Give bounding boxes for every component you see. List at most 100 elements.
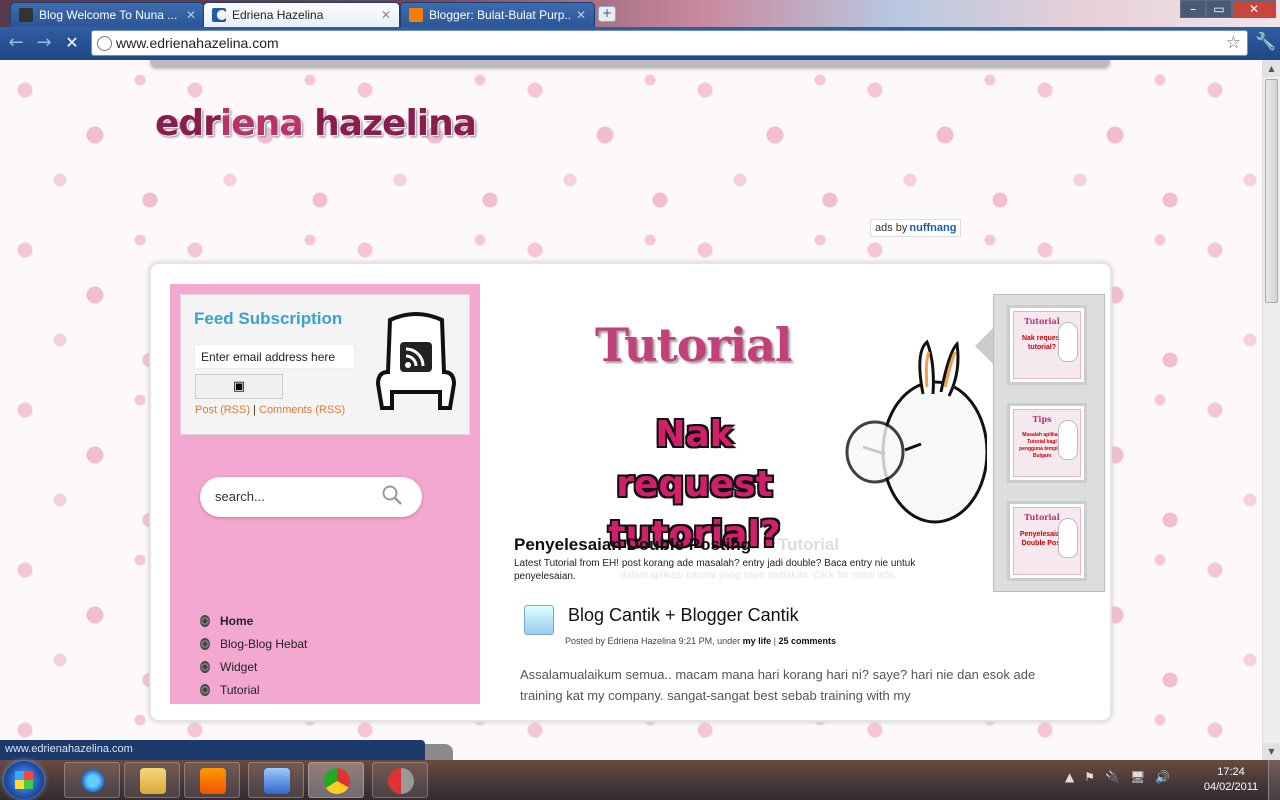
bullet-icon: [200, 638, 210, 650]
email-subscribe-input[interactable]: Enter email address here: [194, 344, 355, 369]
tab-close-icon[interactable]: ✕: [576, 8, 586, 22]
feed-separator: |: [250, 404, 259, 416]
scroll-up-icon[interactable]: ▲: [1263, 60, 1280, 77]
featured-tutorial-text: Tutorial: [595, 318, 792, 372]
recorder-icon: [388, 768, 414, 794]
post-rss-link[interactable]: Post (RSS): [195, 404, 250, 416]
nuffnang-ad-badge[interactable]: ads by nuffnang: [870, 219, 962, 237]
bunny-icon: [1058, 322, 1078, 362]
globe-icon: [97, 36, 112, 51]
chrome-icon: [324, 768, 350, 794]
taskbar-internet-explorer[interactable]: [64, 762, 120, 798]
rss-chair-icon: [375, 312, 457, 410]
logo-part: edr: [155, 103, 221, 144]
nav-item-home[interactable]: Home: [200, 614, 253, 628]
tab-label: Blogger: Bulat-Bulat Purp...: [429, 8, 570, 22]
clock-time: 17:24: [1217, 766, 1245, 778]
stop-loading-icon[interactable]: ✕: [61, 33, 83, 53]
thumbnail-item[interactable]: Tutorial Nak request tutorial?: [1007, 305, 1087, 385]
thumbnail-item[interactable]: Tips Masalah aplikasi Tutorial bagi peng…: [1007, 403, 1087, 483]
maximize-button[interactable]: ▭: [1206, 0, 1232, 18]
nav-label: Widget: [220, 660, 258, 674]
search-icon[interactable]: [381, 484, 403, 506]
power-icon[interactable]: 🔌: [1105, 770, 1120, 784]
show-hidden-icons-icon[interactable]: ▲: [1065, 770, 1074, 784]
featured-heading[interactable]: Penyelesaian Double Posting: [514, 535, 751, 555]
post-meta: Posted by Edriena Hazelina 9:21 PM, unde…: [565, 636, 836, 646]
address-url: www.edrienahazelina.com: [116, 35, 279, 51]
post-category-link[interactable]: my life: [743, 636, 772, 646]
wrench-menu-icon[interactable]: 🔧: [1255, 32, 1276, 52]
image-placeholder-icon: ▣: [232, 379, 246, 394]
nav-item-blog-blog-hebat[interactable]: Blog-Blog Hebat: [200, 637, 307, 651]
download-icon: [264, 768, 290, 794]
post-comments-link[interactable]: 25 comments: [778, 636, 836, 646]
tab-label: Edriena Hazelina: [232, 8, 324, 22]
nav-item-tutorial[interactable]: Tutorial: [200, 683, 260, 697]
internet-explorer-icon: [80, 768, 106, 794]
tab-edriena-hazelina[interactable]: Edriena Hazelina ✕: [203, 2, 400, 27]
close-window-button[interactable]: ✕: [1232, 0, 1276, 18]
post-meta-prefix: Posted by Edriena Hazelina 9:21 PM, unde…: [565, 636, 743, 646]
feed-links: Post (RSS) | Comments (RSS): [195, 404, 345, 416]
tab-blogger[interactable]: Blogger: Bulat-Bulat Purp... ✕: [400, 2, 595, 27]
status-bubble: www.edrienahazelina.com: [0, 740, 425, 760]
nav-item-widget[interactable]: Widget: [200, 660, 257, 674]
new-tab-button[interactable]: +: [598, 6, 616, 22]
thumbnail-frame: Tips Masalah aplikasi Tutorial bagi peng…: [1013, 409, 1081, 477]
tab-blog-welcome[interactable]: Blog Welcome To Nuna ... ✕: [10, 2, 205, 27]
blog-favicon-icon: [19, 8, 33, 22]
media-player-icon: [200, 768, 226, 794]
subscribe-button[interactable]: ▣: [195, 374, 283, 399]
taskbar-chrome[interactable]: [308, 762, 364, 798]
taskbar-recorder[interactable]: [372, 762, 428, 798]
logo-part: hazelina: [314, 103, 477, 144]
loading-favicon-icon: [212, 8, 226, 22]
status-bubble-tail: [425, 744, 453, 760]
bookmark-star-icon[interactable]: ☆: [1226, 33, 1241, 53]
blogger-favicon-icon: [409, 8, 423, 22]
browser-toolbar: ← → ✕ www.edrienahazelina.com ☆: [0, 27, 1280, 60]
bullet-icon: [200, 661, 210, 673]
forward-arrow-icon[interactable]: →: [33, 33, 55, 53]
nav-label: Home: [220, 614, 254, 628]
address-bar[interactable]: www.edrienahazelina.com ☆: [91, 30, 1248, 56]
taskbar-download-manager[interactable]: [248, 762, 304, 798]
site-logo[interactable]: edriena hazelina: [155, 103, 477, 144]
network-icon[interactable]: 🖥: [1130, 770, 1145, 784]
thumbnail-item[interactable]: Tutorial Penyelesaian Double Post: [1007, 501, 1087, 581]
scroll-thumb[interactable]: [1265, 79, 1278, 303]
bunny-mascot-icon: [845, 339, 987, 524]
bunny-icon: [1058, 420, 1078, 460]
back-arrow-icon[interactable]: ←: [5, 33, 27, 53]
browser-tab-strip: Blog Welcome To Nuna ... ✕ Edriena Hazel…: [0, 0, 1280, 27]
featured-description: Latest Tutorial from EH! post korang ade…: [514, 558, 916, 582]
post-category-icon: [524, 605, 554, 635]
taskbar-clock[interactable]: 17:24 04/02/2011: [1196, 765, 1266, 795]
nav-label: Blog-Blog Hebat: [220, 637, 308, 651]
clock-date: 04/02/2011: [1203, 781, 1259, 793]
scroll-down-icon[interactable]: ▼: [1263, 743, 1280, 760]
action-center-icon[interactable]: ⚑: [1084, 770, 1095, 784]
bullet-icon: [200, 615, 210, 627]
taskbar-file-explorer[interactable]: [124, 762, 180, 798]
minimize-button[interactable]: –: [1180, 0, 1206, 18]
feed-title: Feed Subscription: [194, 309, 343, 328]
taskbar-media-player[interactable]: [184, 762, 240, 798]
volume-icon[interactable]: 🔊: [1155, 770, 1170, 784]
tab-label: Blog Welcome To Nuna ...: [39, 8, 178, 22]
post-body: Assalamualaikum semua.. macam mana hari …: [520, 667, 1036, 703]
tab-close-icon[interactable]: ✕: [381, 8, 391, 22]
windows-logo-icon: [15, 771, 33, 789]
vertical-scrollbar[interactable]: ▲ ▼: [1262, 60, 1280, 760]
thumbnail-pointer-icon: [975, 328, 993, 364]
thumbnail-frame: Tutorial Penyelesaian Double Post: [1013, 507, 1081, 575]
bullet-icon: [200, 684, 210, 696]
comments-rss-link[interactable]: Comments (RSS): [259, 404, 345, 416]
start-button[interactable]: [4, 761, 44, 799]
featured-ghost-heading: Tutorial: [778, 535, 840, 554]
logo-part: iena: [219, 103, 315, 144]
post-title[interactable]: Blog Cantik + Blogger Cantik: [568, 605, 799, 626]
tab-close-icon[interactable]: ✕: [186, 8, 196, 22]
show-desktop-button[interactable]: [1268, 760, 1280, 800]
